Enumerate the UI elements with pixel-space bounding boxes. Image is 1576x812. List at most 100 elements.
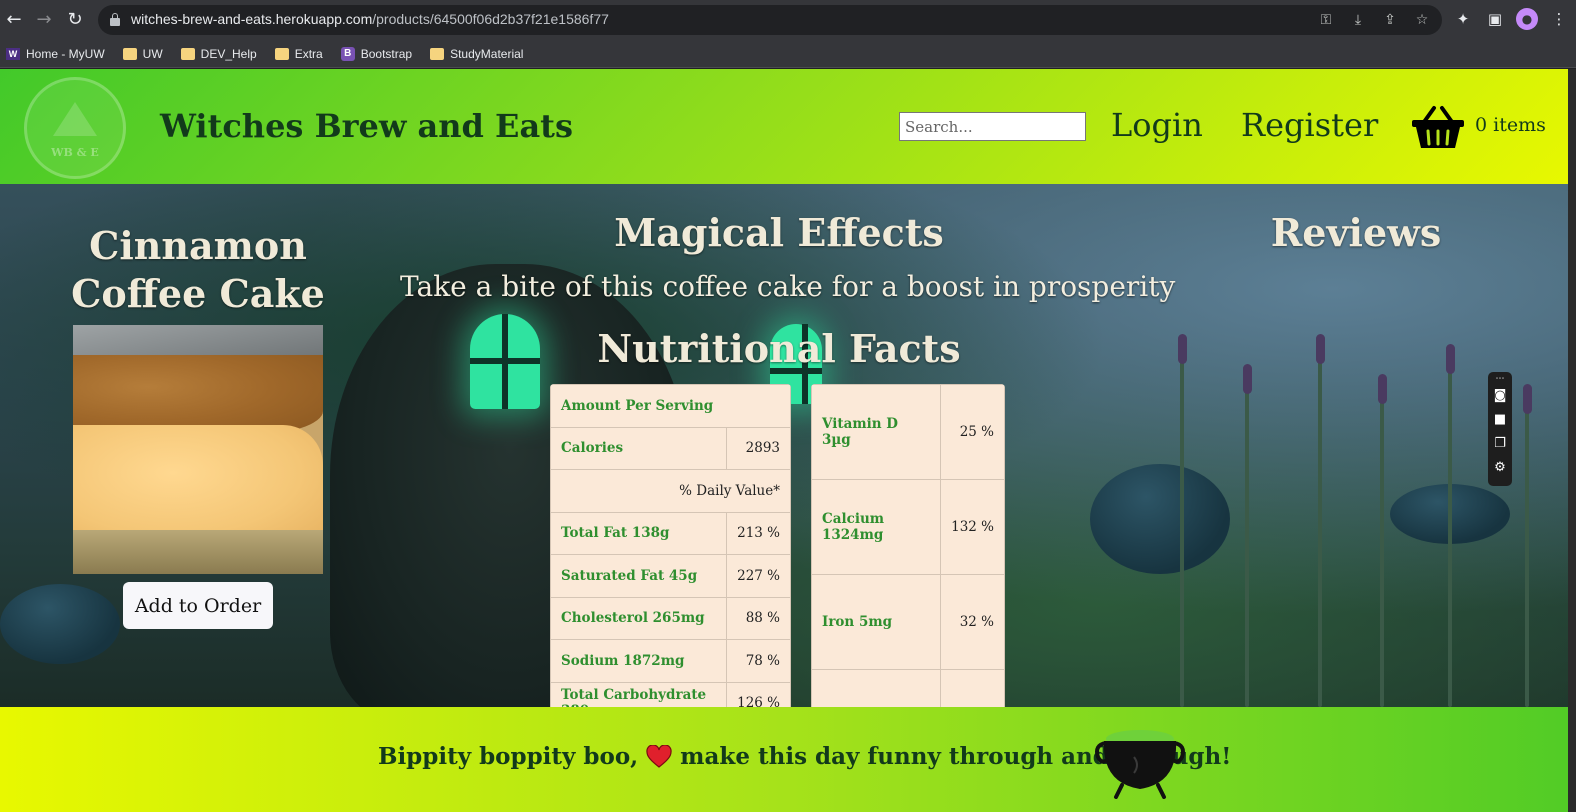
- vitamin-value: 32 %: [940, 574, 1005, 670]
- forward-icon[interactable]: →: [32, 8, 56, 32]
- vitamin-label: Calcium 1324mg: [811, 479, 942, 575]
- star-icon[interactable]: ☆: [1412, 10, 1432, 30]
- site-title[interactable]: Witches Brew and Eats: [160, 107, 573, 145]
- table-row: Calories 2893: [550, 426, 791, 470]
- cake-server: [73, 530, 323, 574]
- drag-handle-icon[interactable]: ⋯: [1488, 374, 1512, 384]
- profile-avatar-icon[interactable]: ●: [1516, 8, 1538, 30]
- nutritional-facts-title: Nutritional Facts: [597, 326, 961, 371]
- url-path: /products/64500f06d2b37f21e1586f77: [372, 11, 609, 27]
- w-logo-icon: W: [6, 47, 20, 60]
- background-reed-head: [1523, 384, 1532, 414]
- cart-count[interactable]: 0 items: [1475, 114, 1546, 136]
- table-row: Total Carbohydrate 380g 126 %: [550, 681, 791, 707]
- browser-toolbar: ← → ↻ witches-brew-and-eats.herokuapp.co…: [0, 0, 1576, 40]
- reload-icon[interactable]: ↻: [63, 8, 87, 32]
- bookmark-label: Home - MyUW: [26, 46, 105, 61]
- vitamin-label: [811, 669, 942, 707]
- register-link[interactable]: Register: [1241, 106, 1378, 144]
- windows-icon[interactable]: ❐: [1488, 436, 1512, 451]
- lock-icon[interactable]: [110, 13, 120, 26]
- side-panel-icon[interactable]: ▣: [1484, 8, 1506, 30]
- magical-effects-text: Take a bite of this coffee cake for a bo…: [400, 270, 1176, 303]
- table-row: Total Fat 138g 213 %: [550, 511, 791, 555]
- background-reed: [1318, 347, 1322, 707]
- nutrient-label: Total Fat 138g: [550, 511, 728, 555]
- vitamin-value: [940, 669, 1005, 707]
- page-scrollbar[interactable]: [1568, 69, 1576, 812]
- install-icon[interactable]: ⤓: [1348, 10, 1368, 30]
- background-reed-head: [1446, 344, 1455, 374]
- bookmark-uw[interactable]: UW: [122, 47, 163, 61]
- bookmark-label: StudyMaterial: [450, 46, 524, 61]
- table-row: Vitamin D 3µg 25 %: [811, 384, 1005, 480]
- product-name: Cinnamon Coffee Cake: [71, 223, 325, 316]
- bookmark-home-myuw[interactable]: W Home - MyUW: [6, 47, 105, 61]
- table-row: Calcium 1324mg 132 %: [811, 479, 1005, 575]
- vitamins-table: Vitamin D 3µg 25 % Calcium 1324mg 132 % …: [811, 384, 1005, 707]
- nutrient-value: 88 %: [726, 596, 791, 640]
- daily-value-header: % Daily Value*: [550, 469, 791, 513]
- url-host: witches-brew-and-eats.herokuapp.com: [131, 11, 373, 27]
- product-image: [73, 325, 323, 574]
- basket-icon[interactable]: [1410, 104, 1466, 150]
- extensions-puzzle-icon[interactable]: ✦: [1452, 8, 1474, 30]
- witch-hat-icon: [53, 102, 97, 136]
- reviews-title: Reviews: [1270, 210, 1442, 255]
- menu-kebab-icon[interactable]: ⋮: [1548, 8, 1570, 30]
- calories-label: Calories: [550, 426, 728, 470]
- folder-icon: [180, 47, 195, 60]
- nutrient-label: Sodium 1872mg: [550, 639, 728, 683]
- gear-icon[interactable]: ⚙: [1488, 460, 1512, 475]
- cauldron-icon: [1095, 730, 1185, 799]
- nutrient-label: Cholesterol 265mg: [550, 596, 728, 640]
- bookmark-dev-help[interactable]: DEV_Help: [180, 47, 257, 61]
- vitamin-value: 25 %: [940, 384, 1005, 480]
- background-rock: [0, 584, 120, 664]
- nutrient-value: 227 %: [726, 554, 791, 598]
- background-reed: [1448, 357, 1452, 707]
- table-row: Sodium 1872mg 78 %: [550, 639, 791, 683]
- video-camera-icon[interactable]: ■: [1488, 412, 1512, 427]
- background-reed-head: [1178, 334, 1187, 364]
- background-reed-head: [1316, 334, 1325, 364]
- background-reed-head: [1378, 374, 1387, 404]
- bookmark-label: Bootstrap: [360, 46, 413, 61]
- vitamin-label: Iron 5mg: [811, 574, 942, 670]
- bookmarks-bar: W Home - MyUW UW DEV_Help Extra B Bootstra…: [0, 40, 1576, 68]
- search-input[interactable]: [899, 112, 1086, 141]
- key-icon[interactable]: ⚿: [1316, 10, 1336, 30]
- nutrient-value: 213 %: [726, 511, 791, 555]
- url-text[interactable]: witches-brew-and-eats.herokuapp.com/prod…: [131, 11, 609, 27]
- calories-value: 2893: [726, 426, 791, 470]
- table-row: % Daily Value*: [550, 469, 791, 513]
- folder-icon: [274, 47, 289, 60]
- address-bar[interactable]: witches-brew-and-eats.herokuapp.com/prod…: [98, 5, 1442, 35]
- bootstrap-icon: B: [340, 46, 355, 61]
- background-reed: [1245, 377, 1249, 707]
- nutrient-value: 78 %: [726, 639, 791, 683]
- bookmark-extra[interactable]: Extra: [274, 46, 323, 61]
- login-link[interactable]: Login: [1111, 106, 1203, 144]
- background-reed: [1180, 347, 1184, 707]
- amount-per-serving: Amount Per Serving: [550, 384, 791, 428]
- nutrient-label: Saturated Fat 45g: [550, 554, 728, 598]
- camera-icon[interactable]: ◙: [1488, 388, 1512, 403]
- bookmark-label: Extra: [294, 46, 323, 61]
- site-logo[interactable]: WB & E: [24, 77, 126, 179]
- bookmark-bootstrap[interactable]: B Bootstrap: [340, 46, 413, 61]
- folder-icon: [430, 47, 445, 60]
- bookmark-studymaterial[interactable]: StudyMaterial: [430, 47, 523, 61]
- nutrient-label: Total Carbohydrate 380g: [550, 681, 728, 707]
- table-row: [811, 669, 1005, 707]
- table-row: Amount Per Serving: [550, 384, 791, 428]
- nutrient-value: 126 %: [726, 681, 791, 707]
- share-icon[interactable]: ⇪: [1380, 10, 1400, 30]
- table-row: Saturated Fat 45g 227 %: [550, 554, 791, 598]
- add-to-order-button[interactable]: Add to Order: [123, 582, 273, 629]
- back-icon[interactable]: ←: [2, 8, 26, 32]
- background-reed: [1380, 387, 1384, 707]
- nutrition-table: Amount Per Serving Calories 2893 % Daily…: [550, 384, 791, 707]
- background-reed: [1525, 397, 1529, 707]
- background-rock: [1090, 464, 1230, 574]
